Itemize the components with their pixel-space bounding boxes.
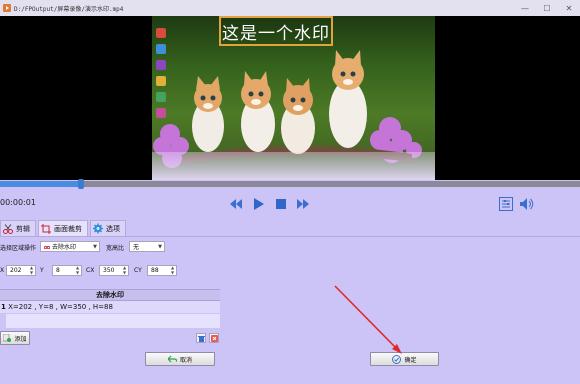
video-preview[interactable]: 这是一个水印: [0, 16, 580, 180]
video-glow: [152, 152, 435, 180]
chevron-down-icon: ▼: [93, 244, 97, 250]
seek-bar[interactable]: [0, 179, 580, 189]
aspect-value: 无: [133, 244, 140, 251]
area-op-value: 去除水印: [52, 244, 77, 251]
player-controls: 00:00:01: [0, 190, 580, 218]
tab-crop[interactable]: 画面裁剪: [38, 220, 88, 236]
list-item-index: 1: [1, 303, 6, 311]
tab-trim[interactable]: 剪辑: [0, 220, 36, 236]
add-label: 添加: [14, 335, 27, 343]
scissors-small-icon: [43, 243, 51, 251]
h-input[interactable]: 88 ▲ ▼: [147, 265, 177, 276]
title-bar: D:/FPOutput/屏幕录像/演示水印.mp4 — ☐ ✕: [0, 0, 580, 16]
fast-forward-icon[interactable]: [295, 196, 311, 212]
watermark-text: 这是一个水印: [222, 23, 330, 44]
tab-label: 选项: [106, 224, 120, 233]
region-list-empty: [6, 314, 220, 328]
delete-icon[interactable]: [209, 333, 219, 343]
area-op-label: 选择区域操作: [0, 245, 37, 252]
h-label: CY: [134, 267, 142, 274]
aspect-label: 宽高比: [106, 245, 125, 252]
w-input[interactable]: 350 ▲ ▼: [99, 265, 129, 276]
scissors-icon: [3, 223, 13, 234]
tab-label: 画面裁剪: [54, 224, 82, 233]
tab-bar: 剪辑 画面裁剪 选项: [0, 220, 128, 236]
seek-progress: [0, 181, 82, 187]
current-time: 00:00:01: [0, 198, 36, 207]
check-circle-icon: [392, 354, 402, 364]
window-title: D:/FPOutput/屏幕录像/演示水印.mp4: [14, 5, 124, 13]
crop-icon: [41, 223, 51, 234]
maximize-icon[interactable]: ☐: [536, 0, 558, 16]
x-input[interactable]: 202 ▲ ▼: [6, 265, 36, 276]
seek-handle[interactable]: [78, 179, 85, 189]
rewind-icon[interactable]: [228, 196, 244, 212]
y-input[interactable]: 8 ▲ ▼: [52, 265, 82, 276]
ok-button[interactable]: 确定: [370, 352, 439, 366]
aspect-select[interactable]: 无 ▼: [129, 241, 165, 252]
spin-arrows-icon[interactable]: ▲ ▼: [122, 265, 127, 275]
spin-arrows-icon[interactable]: ▲ ▼: [170, 265, 175, 275]
spin-arrows-icon[interactable]: ▲ ▼: [29, 265, 34, 275]
volume-icon[interactable]: [519, 196, 535, 212]
tab-divider: [0, 236, 580, 237]
region-list-header: 去除水印: [0, 289, 220, 301]
gear-icon: [93, 223, 103, 234]
add-icon: [3, 334, 12, 342]
x-value: 202: [10, 267, 22, 274]
w-label: CX: [86, 267, 95, 274]
x-label: X: [0, 267, 5, 274]
close-icon[interactable]: ✕: [558, 0, 580, 16]
y-label: Y: [40, 267, 44, 274]
desktop-icons: [152, 24, 190, 124]
undo-icon: [167, 355, 177, 363]
app-icon: [3, 4, 11, 12]
stop-icon[interactable]: [273, 196, 289, 212]
trash-icon[interactable]: [196, 333, 206, 343]
ok-label: 确定: [404, 356, 417, 364]
list-item[interactable]: 1 X=202 , Y=8 , W=350 , H=88: [0, 301, 220, 313]
h-value: 88: [151, 267, 159, 274]
tab-label: 剪辑: [16, 224, 30, 233]
y-value: 8: [56, 267, 60, 274]
cancel-button[interactable]: 取消: [145, 352, 215, 366]
minimize-icon[interactable]: —: [514, 0, 536, 16]
cancel-label: 取消: [179, 356, 192, 364]
chevron-down-icon: ▼: [158, 244, 162, 250]
watermark-selection[interactable]: 这是一个水印: [219, 16, 333, 46]
equalizer-icon[interactable]: [498, 196, 514, 212]
w-value: 350: [103, 267, 115, 274]
play-icon[interactable]: [251, 196, 267, 212]
list-item-text: X=202 , Y=8 , W=350 , H=88: [8, 303, 113, 311]
spin-arrows-icon[interactable]: ▲ ▼: [75, 265, 80, 275]
add-button[interactable]: 添加: [0, 331, 30, 345]
tab-options[interactable]: 选项: [90, 220, 126, 236]
area-op-select[interactable]: 去除水印 ▼: [40, 241, 100, 252]
